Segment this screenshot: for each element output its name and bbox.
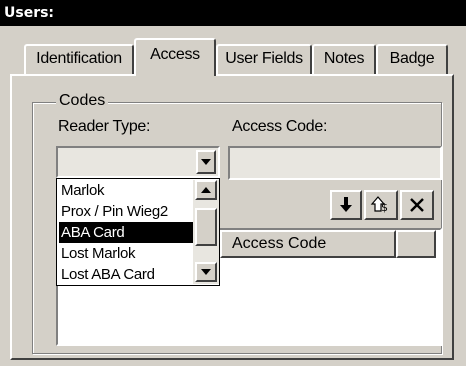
scroll-up-button[interactable] <box>195 180 217 200</box>
dropdown-option[interactable]: Lost Marlok <box>59 243 195 264</box>
chevron-down-icon <box>201 269 211 275</box>
chevron-down-icon <box>201 159 211 165</box>
dropdown-button[interactable] <box>196 150 216 174</box>
tab-user-fields[interactable]: User Fields <box>216 44 312 74</box>
codes-group-label: Codes <box>56 92 109 110</box>
grid-column-header[interactable]: Access Code <box>220 230 396 258</box>
dropdown-option-selected[interactable]: ABA Card <box>59 222 195 243</box>
reader-type-select[interactable] <box>56 146 220 178</box>
svg-text:$: $ <box>381 201 388 214</box>
add-button[interactable] <box>330 190 362 220</box>
window-title: Users: <box>0 0 466 26</box>
dropdown-option[interactable]: Marlok <box>59 180 195 201</box>
scroll-thumb[interactable] <box>195 208 217 246</box>
scroll-down-button[interactable] <box>195 262 217 282</box>
update-button[interactable]: $ <box>364 190 398 220</box>
delete-button[interactable] <box>400 190 434 220</box>
chevron-up-icon <box>201 187 211 193</box>
tab-access[interactable]: Access <box>134 38 216 76</box>
tab-identification[interactable]: Identification <box>24 44 134 74</box>
down-arrow-icon <box>340 197 352 212</box>
reader-type-label: Reader Type: <box>58 118 151 135</box>
access-code-input[interactable] <box>228 146 442 180</box>
tab-notes[interactable]: Notes <box>312 44 376 74</box>
x-icon <box>410 198 424 212</box>
dropdown-scrollbar[interactable] <box>193 180 219 284</box>
grid-column-header-extra[interactable] <box>396 230 436 258</box>
dropdown-option[interactable]: Lost ABA Card <box>59 264 195 285</box>
access-code-label: Access Code: <box>232 118 328 135</box>
tab-badge[interactable]: Badge <box>376 44 448 74</box>
dropdown-option[interactable]: Prox / Pin Wieg2 <box>59 201 195 222</box>
reader-type-dropdown-list[interactable]: Marlok Prox / Pin Wieg2 ABA Card Lost Ma… <box>56 178 220 286</box>
up-arrow-icon: $ <box>370 196 388 214</box>
